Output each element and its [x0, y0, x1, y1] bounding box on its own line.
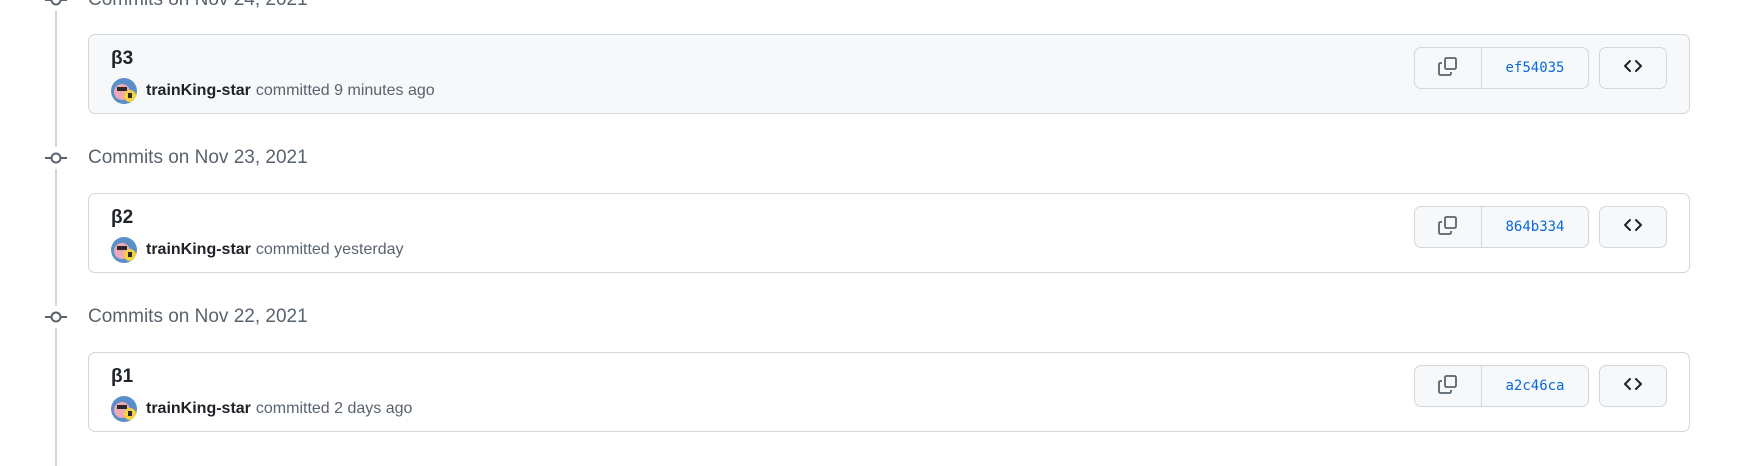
copy-icon [1437, 55, 1459, 82]
commit-action: committed [255, 82, 330, 99]
commit-message-link[interactable]: β3 [111, 47, 133, 71]
sha-button-group: ef54035 [1414, 47, 1589, 89]
sha-button-group: a2c46ca [1414, 365, 1589, 407]
commit-time: yesterday [334, 241, 404, 258]
commit-time: 9 minutes ago [334, 82, 435, 99]
commit-meta: trainKing-star committed 9 minutes ago [111, 77, 435, 105]
commit-group-date: Commits on Nov 24, 2021 [88, 0, 308, 14]
timeline-line [55, 0, 57, 466]
avatar[interactable] [111, 78, 137, 104]
commit-action: committed [255, 400, 330, 417]
commit-meta: trainKing-star committed 2 days ago [111, 395, 412, 423]
commit-time: 2 days ago [334, 400, 413, 417]
author-link[interactable]: trainKing-star [146, 241, 251, 259]
copy-icon [1437, 214, 1459, 241]
browse-repository-button[interactable] [1599, 206, 1667, 248]
copy-sha-button[interactable] [1415, 48, 1482, 88]
avatar[interactable] [111, 396, 137, 422]
commit-meta: trainKing-star committed yesterday [111, 236, 404, 264]
commit-message-link[interactable]: β2 [111, 206, 133, 230]
sha-button-group: 864b334 [1414, 206, 1589, 248]
author-link[interactable]: trainKing-star [146, 82, 251, 100]
commit-row: β3 trainKing-star committed 9 minutes ag… [88, 34, 1690, 114]
avatar[interactable] [111, 237, 137, 263]
commit-row: β1 trainKing-star committed 2 days ago a… [88, 352, 1690, 432]
commit-message-link[interactable]: β1 [111, 365, 133, 389]
git-commit-icon [45, 147, 67, 169]
copy-icon [1437, 373, 1459, 400]
code-icon [1622, 55, 1644, 82]
code-icon [1622, 214, 1644, 241]
commit-group-date: Commits on Nov 22, 2021 [88, 306, 308, 327]
copy-sha-button[interactable] [1415, 207, 1482, 247]
author-link[interactable]: trainKing-star [146, 400, 251, 418]
commit-sha-link[interactable]: ef54035 [1482, 48, 1588, 88]
commit-group-date: Commits on Nov 23, 2021 [88, 147, 308, 168]
git-commit-icon [45, 0, 67, 11]
commit-sha-link[interactable]: 864b334 [1482, 207, 1588, 247]
code-icon [1622, 373, 1644, 400]
browse-repository-button[interactable] [1599, 365, 1667, 407]
browse-repository-button[interactable] [1599, 47, 1667, 89]
copy-sha-button[interactable] [1415, 366, 1482, 406]
commit-row: β2 trainKing-star committed yesterday 86… [88, 193, 1690, 273]
commit-action: committed [255, 241, 330, 258]
commit-sha-link[interactable]: a2c46ca [1482, 366, 1588, 406]
git-commit-icon [45, 306, 67, 328]
